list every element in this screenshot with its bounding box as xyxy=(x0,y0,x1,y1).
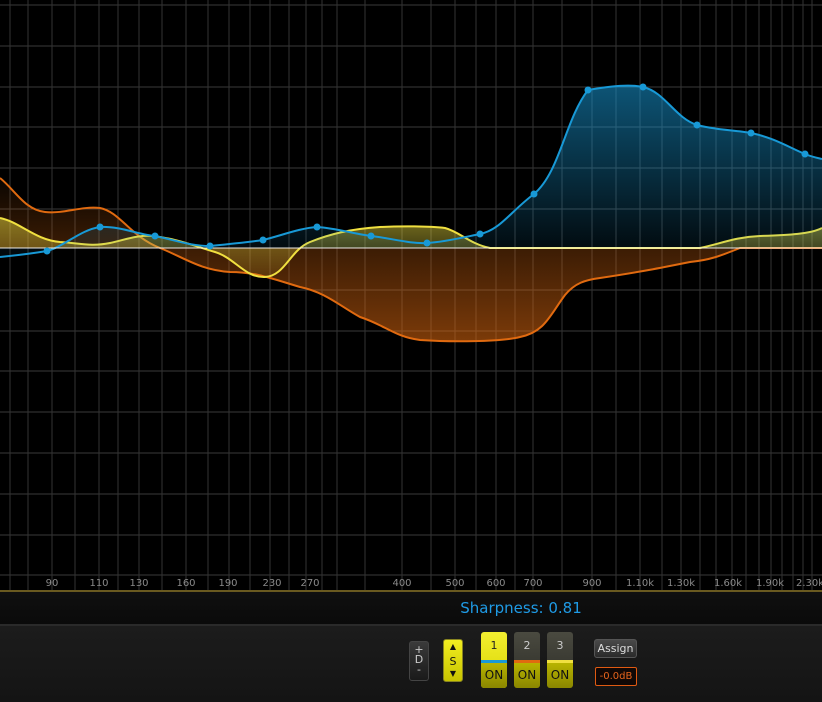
eq-graph[interactable] xyxy=(0,0,822,590)
d-mode-toggle[interactable]: + D - xyxy=(409,641,429,681)
curve-node-handle[interactable] xyxy=(313,223,321,231)
curve-node-handle[interactable] xyxy=(693,121,701,129)
curve-node-handle[interactable] xyxy=(206,242,214,250)
freq-tick-label: 2.30k xyxy=(795,578,822,589)
freq-tick-label: 1.60k xyxy=(713,578,743,589)
sharpness-readout: Sharpness: 0.81 xyxy=(460,599,582,617)
minus-icon: - xyxy=(417,663,421,676)
freq-tick-label: 1.30k xyxy=(666,578,696,589)
s-mode-toggle[interactable]: ▲ S ▼ xyxy=(443,639,463,682)
s-label: S xyxy=(449,655,457,668)
curve-node-handle[interactable] xyxy=(530,190,538,198)
curve-node-handle[interactable] xyxy=(747,129,755,137)
curve-node-handle[interactable] xyxy=(43,247,51,255)
band-3-on-toggle[interactable]: ON xyxy=(547,663,573,688)
band-2-on-toggle[interactable]: ON xyxy=(514,663,540,688)
arrow-down-icon: ▼ xyxy=(449,669,457,678)
freq-tick-label: 110 xyxy=(89,578,109,589)
freq-tick-label: 400 xyxy=(392,578,412,589)
curve-node-handle[interactable] xyxy=(96,223,104,231)
band-1-number: 1 xyxy=(490,639,498,652)
curve-node-handle[interactable] xyxy=(423,239,431,247)
curve-node-handle[interactable] xyxy=(584,86,592,94)
freq-tick-label: 500 xyxy=(445,578,465,589)
band-3-number: 3 xyxy=(556,639,564,652)
freq-tick-label: 90 xyxy=(45,578,59,589)
curve-node-handle[interactable] xyxy=(151,232,159,240)
curve-node-handle[interactable] xyxy=(259,236,267,244)
arrow-up-icon: ▲ xyxy=(449,642,457,651)
curve-node-handle[interactable] xyxy=(476,230,484,238)
freq-tick-label: 270 xyxy=(300,578,320,589)
freq-tick-label: 900 xyxy=(582,578,602,589)
band-2-button[interactable]: 2 ON xyxy=(514,632,540,688)
freq-tick-label: 700 xyxy=(523,578,543,589)
eq-display[interactable]: 90 110 130 160 190 230 270 400 500 600 700 900 1.10k… xyxy=(0,0,822,590)
freq-tick-label: 230 xyxy=(262,578,282,589)
status-bar: Sharpness: 0.81 xyxy=(0,592,822,624)
freq-tick-label: 600 xyxy=(486,578,506,589)
gain-readout[interactable]: -0.0dB xyxy=(595,667,637,686)
freq-tick-label: 190 xyxy=(218,578,238,589)
freq-tick-label: 1.90k xyxy=(755,578,785,589)
band-3-button[interactable]: 3 ON xyxy=(547,632,573,688)
assign-button[interactable]: Assign xyxy=(594,639,637,658)
freq-tick-label: 1.10k xyxy=(625,578,655,589)
band-1-on-toggle[interactable]: ON xyxy=(481,663,507,688)
curve-node-handle[interactable] xyxy=(367,232,375,240)
freq-tick-label: 130 xyxy=(129,578,149,589)
band-1-button[interactable]: 1 ON xyxy=(481,632,507,688)
freq-tick-label: 160 xyxy=(176,578,196,589)
band-2-number: 2 xyxy=(523,639,531,652)
curve-node-handle[interactable] xyxy=(801,150,809,158)
curve-node-handle[interactable] xyxy=(639,83,647,91)
